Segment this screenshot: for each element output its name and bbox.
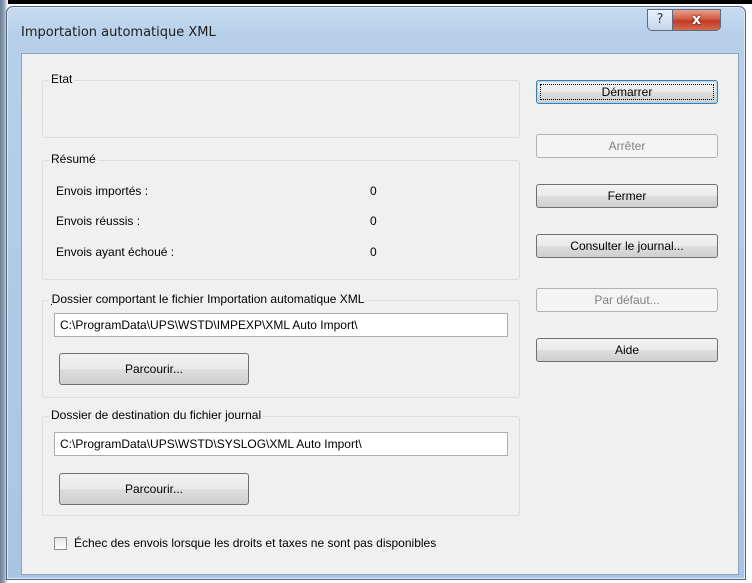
log-folder-group-label: Dossier de destination du fichier journa… bbox=[49, 408, 264, 422]
status-group: Etat bbox=[42, 72, 520, 138]
screen-edge bbox=[0, 0, 752, 4]
import-folder-group-label: DDossier comportant le fichier Importati… bbox=[49, 292, 367, 306]
window-title: Importation automatique XML bbox=[21, 25, 216, 40]
failed-count-value: 0 bbox=[370, 245, 377, 259]
stop-button[interactable]: Arrêter bbox=[536, 134, 718, 158]
failed-count-label: Envois ayant échoué : bbox=[56, 245, 175, 259]
import-folder-browse-button[interactable]: Parcourir... bbox=[59, 353, 249, 385]
log-folder-browse-button[interactable]: Parcourir... bbox=[59, 473, 249, 505]
import-folder-path-field[interactable]: C:\ProgramData\UPS\WSTD\IMPEXP\XML Auto … bbox=[54, 313, 508, 337]
focus-rectangle bbox=[540, 84, 714, 100]
close-caption-button[interactable]: x bbox=[672, 9, 721, 31]
view-log-button[interactable]: Consulter le journal... bbox=[536, 234, 718, 258]
close-button[interactable]: Fermer bbox=[536, 184, 718, 208]
fail-shipments-checkbox[interactable] bbox=[54, 537, 67, 550]
help-caption-button[interactable]: ? bbox=[647, 9, 673, 31]
succeeded-count-label: Envois réussis : bbox=[56, 214, 141, 228]
imported-count-value: 0 bbox=[370, 184, 377, 198]
dialog-client-area: Etat Résumé Envois importés : 0 Envois r… bbox=[21, 53, 739, 575]
imported-count-label: Envois importés : bbox=[56, 184, 149, 198]
status-group-label: Etat bbox=[49, 72, 75, 86]
dialog-window: Importation automatique XML ? x Etat Rés… bbox=[6, 6, 746, 580]
default-button[interactable]: Par défaut... bbox=[536, 288, 718, 312]
start-button[interactable]: Démarrer bbox=[536, 80, 718, 104]
help-button[interactable]: Aide bbox=[536, 338, 718, 362]
summary-group: Résumé Envois importés : 0 Envois réussi… bbox=[42, 152, 520, 280]
summary-group-label: Résumé bbox=[49, 152, 98, 166]
log-folder-path-field[interactable]: C:\ProgramData\UPS\WSTD\SYSLOG\XML Auto … bbox=[54, 432, 508, 456]
fail-shipments-checkbox-label[interactable]: Échec des envois lorsque les droits et t… bbox=[74, 536, 436, 550]
succeeded-count-value: 0 bbox=[370, 214, 377, 228]
log-folder-group: Dossier de destination du fichier journa… bbox=[42, 408, 520, 516]
import-folder-group: DDossier comportant le fichier Importati… bbox=[42, 292, 520, 398]
